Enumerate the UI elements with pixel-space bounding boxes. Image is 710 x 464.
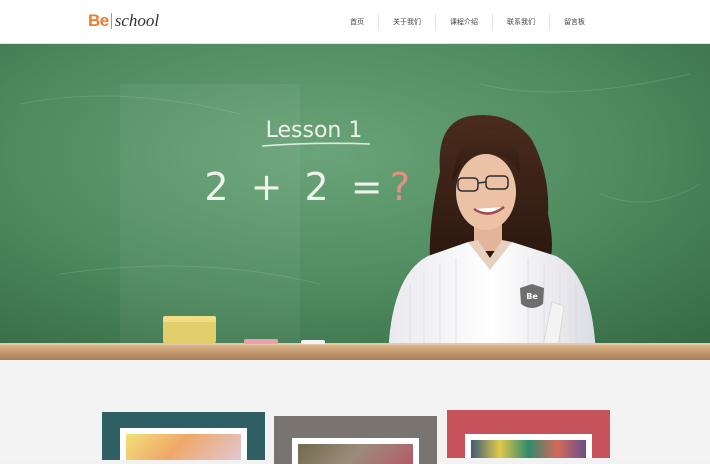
feature-cards-section xyxy=(0,360,710,464)
nav-item-home[interactable]: 首页 xyxy=(336,13,379,30)
shirt-badge: Be xyxy=(520,284,544,308)
chalk-equation: 2 + 2 = xyxy=(204,165,387,209)
nav-item-guestbook[interactable]: 留言板 xyxy=(550,14,599,30)
card-1-frame xyxy=(120,428,247,460)
site-logo[interactable]: Be school xyxy=(88,10,159,32)
feature-card-3[interactable] xyxy=(447,410,610,458)
nav-item-courses[interactable]: 课程介绍 xyxy=(436,13,493,30)
chalk-ledge xyxy=(0,345,710,360)
hero-banner[interactable]: Lesson 1 2 + 2 = ? Be xyxy=(0,44,710,360)
card-2-frame xyxy=(292,438,419,464)
card-1-photo xyxy=(126,434,241,460)
chalk-lesson-title: Lesson 1 xyxy=(266,118,363,143)
nav-item-about[interactable]: 关于我们 xyxy=(379,13,436,30)
chalk-question-mark: ? xyxy=(390,165,410,209)
chalk-pink xyxy=(244,339,278,344)
feature-card-1[interactable] xyxy=(102,412,265,460)
card-3-photo xyxy=(471,440,586,458)
feature-card-2[interactable] xyxy=(274,416,437,464)
site-header: Be school 首页 关于我们 课程介绍 联系我们 留言板 xyxy=(0,0,710,44)
logo-divider xyxy=(110,13,112,29)
nav-item-contact[interactable]: 联系我们 xyxy=(493,13,550,30)
hero-illustration: Lesson 1 2 + 2 = ? Be xyxy=(0,44,710,360)
card-3-frame xyxy=(465,434,592,458)
main-nav: 首页 关于我们 课程介绍 联系我们 留言板 xyxy=(336,0,599,43)
chalk-white xyxy=(301,340,325,344)
logo-school-text: school xyxy=(114,11,160,30)
badge-text: Be xyxy=(526,292,538,301)
card-2-photo xyxy=(298,444,413,464)
logo-be-text: Be xyxy=(88,11,109,30)
